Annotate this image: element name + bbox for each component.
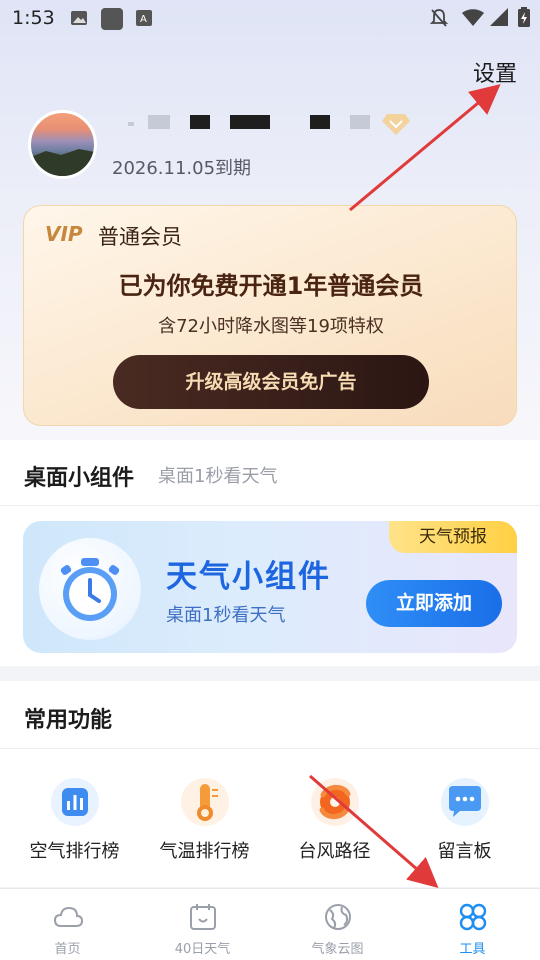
vip-subline: 含72小时降水图等19项特权: [158, 316, 384, 337]
calendar-icon: [189, 904, 216, 930]
function-temperature-ranking[interactable]: 气温排行榜: [137, 777, 272, 863]
app-icon: [101, 8, 123, 30]
stopwatch-icon: [39, 538, 141, 640]
function-label: 留言板: [437, 841, 492, 862]
typhoon-icon: [310, 778, 359, 826]
bottom-nav: 首页 40日天气 气象云图 工具: [0, 888, 540, 960]
svg-text:A: A: [140, 14, 147, 25]
diamond-badge-icon: [382, 114, 410, 135]
vip-card[interactable]: VIP 普通会员 已为你免费开通1年普通会员 含72小时降水图等19项特权 升级…: [23, 205, 517, 426]
banner-title: 天气小组件: [166, 559, 331, 595]
add-widget-button[interactable]: 立即添加: [366, 580, 502, 627]
widget-section-subtitle: 桌面1秒看天气: [158, 466, 278, 487]
nav-tools[interactable]: 工具: [405, 889, 540, 960]
membership-expire-date: 2026.11.05到期: [112, 158, 252, 179]
vip-title: 普通会员: [98, 225, 182, 249]
avatar[interactable]: [28, 110, 97, 179]
globe-icon: [324, 904, 351, 930]
image-icon: [71, 11, 87, 25]
function-air-ranking[interactable]: 空气排行榜: [7, 777, 142, 863]
weather-widget-banner[interactable]: 天气预报 天气小组件 桌面1秒看天气 立即添加: [23, 521, 517, 653]
nav-label: 工具: [459, 942, 486, 957]
battery-icon: [518, 7, 530, 27]
vip-headline: 已为你免费开通1年普通会员: [118, 272, 424, 300]
banner-subtitle: 桌面1秒看天气: [166, 605, 286, 626]
nav-satellite-cloud[interactable]: 气象云图: [270, 889, 405, 960]
text-icon: A: [136, 10, 152, 26]
status-time: 1:53: [12, 7, 55, 29]
functions-section-title: 常用功能: [24, 708, 113, 733]
function-label: 台风路径: [298, 841, 371, 862]
nav-home[interactable]: 首页: [0, 889, 135, 960]
function-label: 气温排行榜: [159, 841, 250, 862]
banner-tag: 天气预报: [389, 521, 517, 553]
function-label: 空气排行榜: [29, 841, 120, 862]
divider: [0, 748, 540, 749]
status-bar: 1:53 A: [0, 0, 540, 38]
mute-icon: [430, 9, 448, 27]
function-typhoon-path[interactable]: 台风路径: [267, 777, 402, 863]
settings-link[interactable]: 设置: [473, 56, 517, 88]
tools-grid-icon: [459, 903, 486, 931]
thermometer-icon: [180, 778, 229, 826]
widget-section-title: 桌面小组件: [24, 466, 135, 491]
nav-40-day[interactable]: 40日天气: [135, 889, 270, 960]
nav-label: 40日天气: [174, 942, 231, 957]
divider: [0, 505, 540, 506]
upgrade-vip-button[interactable]: 升级高级会员免广告: [113, 355, 429, 409]
nav-label: 气象云图: [311, 942, 364, 957]
cloud-home-icon: [53, 906, 83, 927]
signal-icon: [490, 8, 508, 26]
nav-label: 首页: [54, 942, 81, 957]
function-message-board[interactable]: 留言板: [397, 777, 532, 863]
air-chart-icon: [50, 778, 99, 826]
vip-logo: VIP: [45, 222, 83, 246]
wifi-icon: [462, 9, 484, 26]
message-board-icon: [440, 778, 489, 826]
